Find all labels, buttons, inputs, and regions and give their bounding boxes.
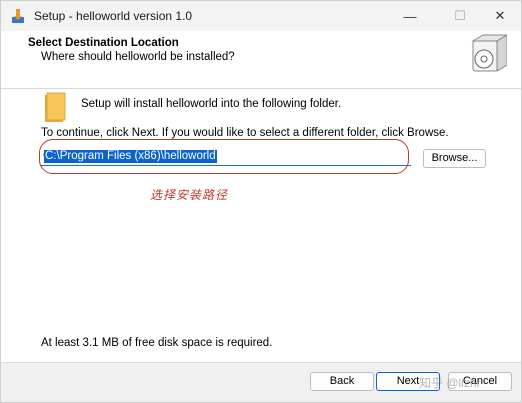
page-title: Select Destination Location	[28, 37, 179, 49]
close-icon: ✕	[494, 8, 506, 23]
watermark: 知乎 @lizhr	[419, 376, 481, 390]
continue-instructions: To continue, click Next. If you would li…	[41, 127, 449, 139]
disk-space-requirement: At least 3.1 MB of free disk space is re…	[41, 337, 273, 349]
minimize-icon: —	[403, 8, 417, 24]
folder-icon	[45, 92, 66, 122]
window-title: Setup - helloworld version 1.0	[34, 9, 193, 23]
installer-icon	[12, 9, 24, 23]
page-subtitle: Where should helloworld be installed?	[41, 51, 235, 63]
close-button[interactable]: ✕	[477, 1, 522, 31]
annotation-text: 选择安装路径	[150, 188, 229, 202]
wizard-body: Setup will install helloworld into the f…	[1, 90, 521, 362]
maximize-icon: ☐	[454, 8, 466, 23]
minimize-button[interactable]: —	[387, 1, 433, 31]
setup-window: Setup - helloworld version 1.0 — ☐ ✕ Sel…	[0, 0, 522, 403]
setup-disc-icon	[471, 34, 507, 72]
wizard-header: Select Destination Location Where should…	[1, 31, 521, 89]
annotation-ellipse	[39, 139, 409, 174]
back-button[interactable]: Back	[310, 372, 374, 391]
title-bar: Setup - helloworld version 1.0 — ☐ ✕	[1, 1, 521, 31]
install-description: Setup will install helloworld into the f…	[81, 98, 342, 110]
browse-button[interactable]: Browse...	[423, 149, 486, 168]
